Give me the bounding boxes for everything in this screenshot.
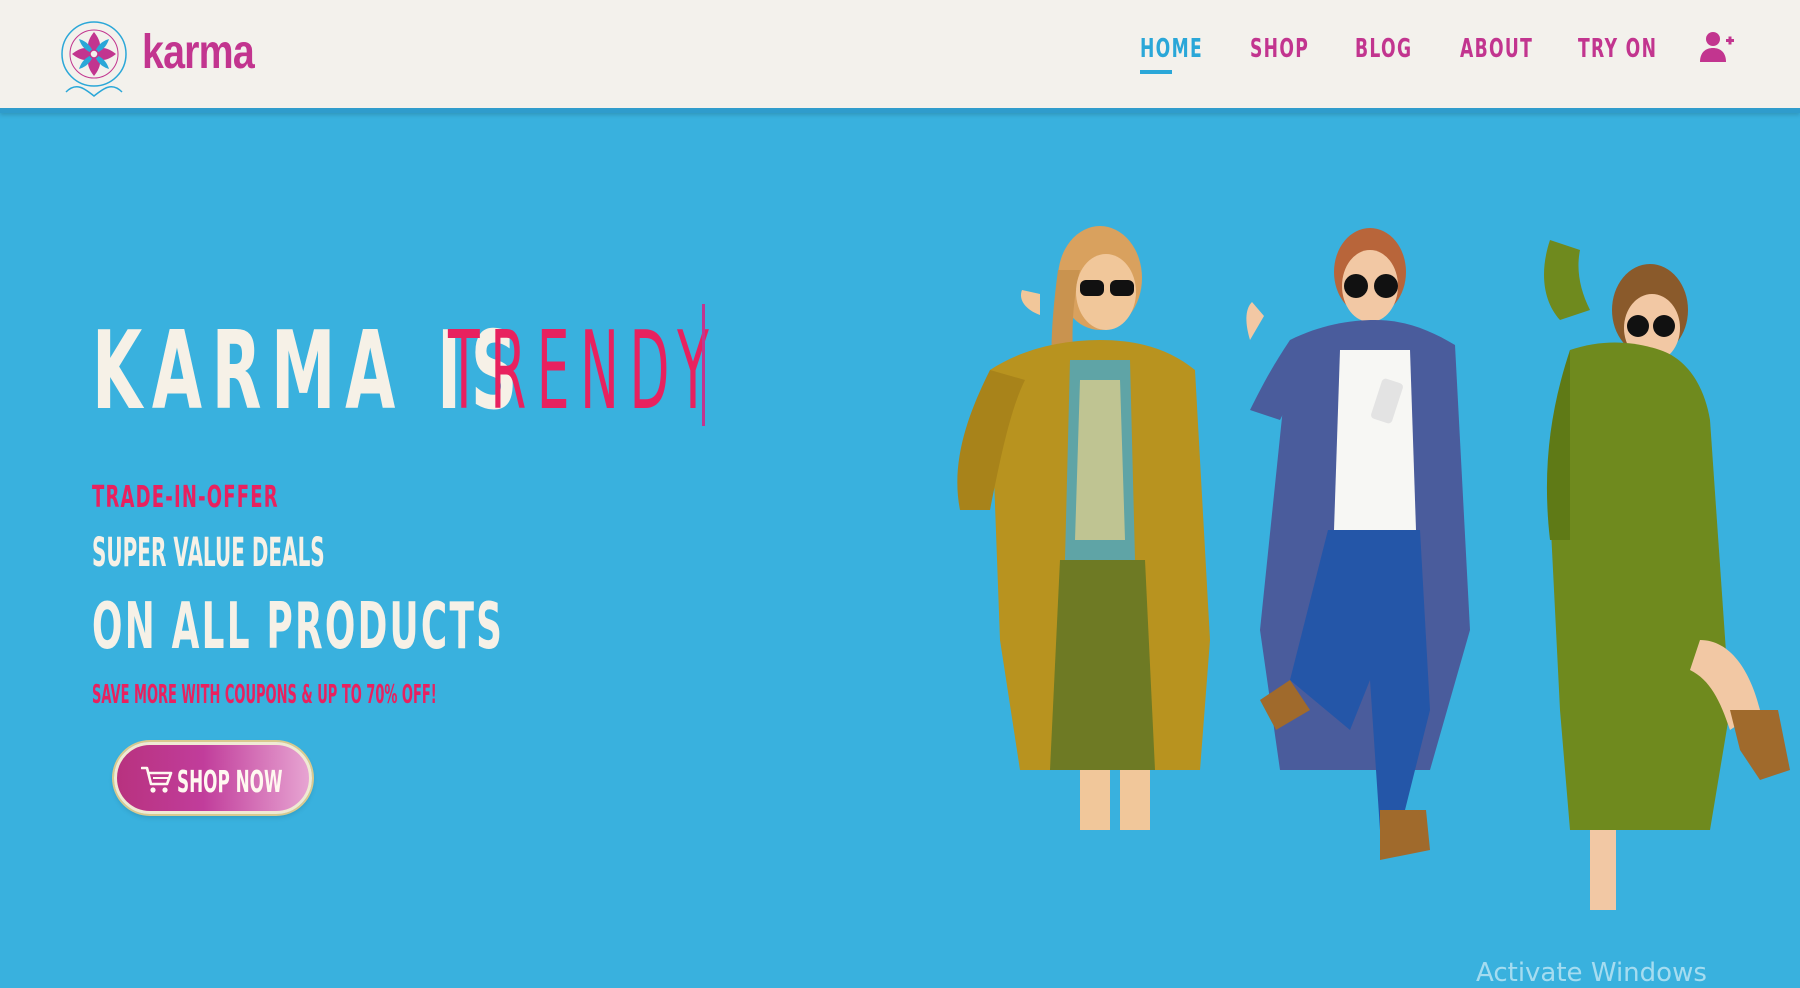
offer-headline: SUPER VALUE DEALS — [92, 530, 325, 576]
model-olive-dress — [1544, 240, 1790, 910]
logo-mandala-icon — [61, 21, 127, 97]
logo-wordmark: karma — [142, 25, 255, 79]
nav-about[interactable]: ABOUT — [1460, 34, 1533, 64]
model-blue-knit-cardigan — [1246, 228, 1470, 860]
nav-active-indicator — [1140, 70, 1172, 74]
logo[interactable]: karma — [56, 12, 278, 100]
cart-icon — [141, 766, 173, 793]
nav-try-on[interactable]: TRY ON — [1578, 34, 1657, 64]
shop-now-button[interactable]: SHOP NOW — [114, 742, 312, 814]
hero-models-image — [957, 226, 1790, 910]
typing-caret — [702, 304, 705, 426]
offer-description: SAVE MORE WITH COUPONS & UP TO 70% OFF! — [92, 680, 437, 710]
nav-shop[interactable]: SHOP — [1250, 34, 1309, 64]
nav-home[interactable]: HOME — [1140, 34, 1203, 64]
nav-blog[interactable]: BLOG — [1355, 34, 1412, 64]
model-mustard-cardigan — [957, 226, 1210, 830]
shop-now-label: SHOP NOW — [177, 765, 283, 800]
hero-typed-word: TRENDY — [448, 309, 720, 434]
os-watermark: Activate Windows — [1476, 958, 1707, 988]
offer-kicker: TRADE-IN-OFFER — [92, 480, 279, 515]
user-plus-icon[interactable] — [1700, 30, 1734, 64]
offer-subheadline: ON ALL PRODUCTS — [92, 590, 505, 664]
site-header: karma HOME SHOP BLOG ABOUT TRY ON — [0, 0, 1800, 113]
